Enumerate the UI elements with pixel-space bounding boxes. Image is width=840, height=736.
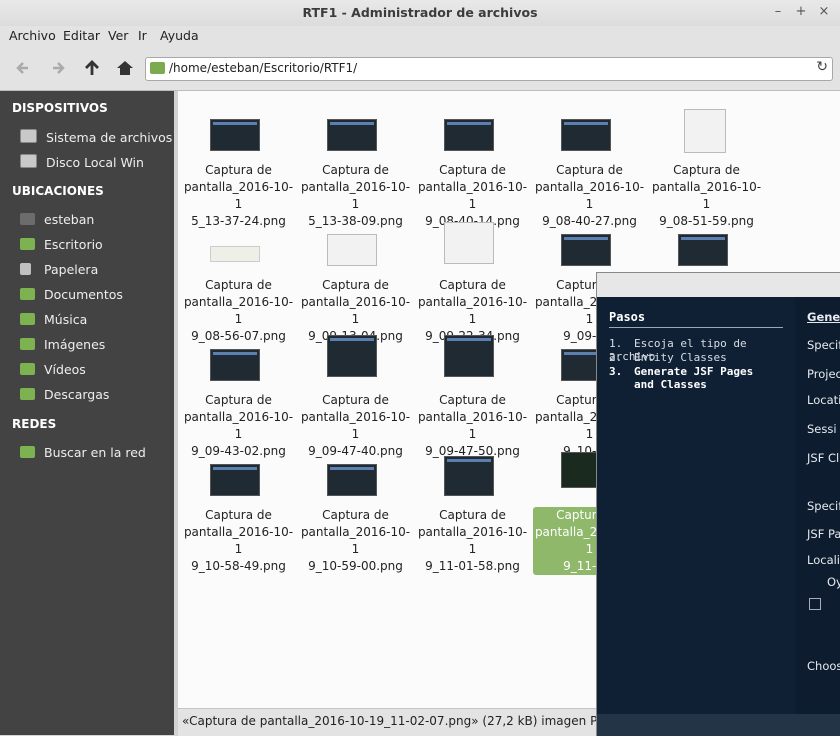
sidebar-item-imagenes[interactable]: Imágenes <box>20 337 105 352</box>
location-path[interactable]: /home/esteban/Escritorio/RTF1/ <box>169 61 357 75</box>
image-thumbnail <box>678 234 728 266</box>
network-icon <box>20 446 35 458</box>
image-thumbnail <box>327 464 377 496</box>
field-label: Specif <box>807 499 840 513</box>
image-thumbnail <box>210 246 260 262</box>
status-text: «Captura de pantalla_2016-10-19_11-02-07… <box>182 714 616 728</box>
sidebar-item-disco-local-win[interactable]: Disco Local Win <box>20 154 144 170</box>
field-label: Sessi <box>807 422 837 436</box>
desktop-folder-icon <box>20 238 35 250</box>
file-item[interactable]: Captura de pantalla_2016-10-1 9_08-40-27… <box>533 99 646 228</box>
image-thumbnail <box>684 109 726 153</box>
file-item[interactable]: Captura de pantalla_2016-10-1 9_09-43-02… <box>182 329 295 458</box>
home-folder-icon <box>20 213 35 225</box>
field-label: Locali <box>807 553 840 567</box>
wizard-titlebar <box>597 273 840 297</box>
divider <box>609 327 783 328</box>
field-label: Locati <box>807 393 840 407</box>
image-thumbnail <box>327 234 377 266</box>
option-checkbox[interactable] <box>809 598 821 610</box>
wizard-content-panel: Gene Specif Projec Locati Sessi JSF Cl S… <box>795 297 840 714</box>
file-item[interactable]: Captura de pantalla_2016-10-1 9_08-51-59… <box>650 99 763 228</box>
wizard-step-3: 3. Generate JSF Pages and Classes <box>609 365 754 391</box>
up-arrow-icon[interactable] <box>82 58 102 78</box>
file-item[interactable]: Captura de pantalla_2016-10-1 9_10-58-49… <box>182 444 295 573</box>
downloads-folder-icon <box>20 388 35 400</box>
sidebar-item-descargas[interactable]: Descargas <box>20 387 109 402</box>
file-item[interactable]: Captura de pantalla_2016-10-1 9_08-40-14… <box>416 99 529 228</box>
wizard-steps-panel: Pasos 1. Escoja el tipo de archivo 2. Enti… <box>597 297 795 714</box>
window-titlebar: RTF1 - Administrador de archivos – + × <box>0 0 840 27</box>
image-thumbnail <box>210 119 260 151</box>
menu-ayuda[interactable]: Ayuda <box>160 28 199 43</box>
file-item[interactable]: Captura de pantalla_2016-10-1 9_09-13-04… <box>299 214 412 343</box>
sidebar: DISPOSITIVOS Sistema de archivos Disco L… <box>0 91 174 735</box>
image-thumbnail <box>210 464 260 496</box>
reload-icon[interactable]: ↻ <box>816 59 828 75</box>
image-thumbnail <box>444 335 494 377</box>
pictures-folder-icon <box>20 338 35 350</box>
sidebar-item-musica[interactable]: Música <box>20 312 87 327</box>
toolbar: /home/esteban/Escritorio/RTF1/ ↻ <box>0 48 840 91</box>
sidebar-header-network: REDES <box>12 417 57 431</box>
menu-editar[interactable]: Editar <box>63 28 100 43</box>
maximize-button[interactable]: + <box>793 4 809 19</box>
sidebar-item-esteban[interactable]: esteban <box>20 212 94 227</box>
file-item[interactable]: Captura de pantalla_2016-10-1 9_09-47-40… <box>299 329 412 458</box>
folder-icon <box>150 62 165 74</box>
image-thumbnail <box>561 234 611 266</box>
file-item[interactable]: Captura de pantalla_2016-10-1 9_11-01-58… <box>416 444 529 573</box>
sidebar-header-places: UBICACIONES <box>12 184 104 198</box>
file-item[interactable]: Captura de pantalla_2016-10-1 9_09-47-50… <box>416 329 529 458</box>
minimize-button[interactable]: – <box>770 4 786 19</box>
field-label: JSF Cl <box>807 451 840 465</box>
close-button[interactable]: × <box>816 4 832 19</box>
music-folder-icon <box>20 313 35 325</box>
file-item[interactable]: Captura de pantalla_2016-10-1 9_10-59-00… <box>299 444 412 573</box>
field-label: Choos <box>807 659 840 673</box>
sidebar-item-buscar-en-la-red[interactable]: Buscar en la red <box>20 445 146 460</box>
file-item[interactable]: Captura de pantalla_2016-10-1 9_08-56-07… <box>182 214 295 343</box>
documents-folder-icon <box>20 288 35 300</box>
drive-icon <box>20 129 37 143</box>
new-file-wizard-window: Pasos 1. Escoja el tipo de archivo 2. Enti… <box>596 272 840 736</box>
file-item[interactable]: Captura de pantalla_2016-10-1 5_13-38-09… <box>299 99 412 228</box>
location-bar[interactable]: /home/esteban/Escritorio/RTF1/ ↻ <box>145 57 833 81</box>
wizard-step-2: 2. Entity Classes <box>609 351 727 364</box>
window-title: RTF1 - Administrador de archivos <box>302 5 538 20</box>
back-arrow-icon[interactable] <box>14 58 34 78</box>
sidebar-item-papelera[interactable]: Papelera <box>20 262 98 277</box>
home-icon[interactable] <box>115 58 135 78</box>
image-thumbnail <box>444 456 494 496</box>
menu-archivo[interactable]: Archivo <box>9 28 56 43</box>
file-item[interactable]: Captura de pantalla_2016-10-1 9_09-22-34… <box>416 214 529 343</box>
image-thumbnail <box>561 119 611 151</box>
image-thumbnail <box>327 335 377 377</box>
field-label: Specif <box>807 338 840 352</box>
sidebar-item-documentos[interactable]: Documentos <box>20 287 123 302</box>
image-thumbnail <box>444 119 494 151</box>
menu-ir[interactable]: Ir <box>138 28 147 43</box>
image-thumbnail <box>327 119 377 151</box>
trash-icon <box>20 263 31 275</box>
sidebar-item-videos[interactable]: Vídeos <box>20 362 86 377</box>
steps-title: Pasos <box>609 310 646 324</box>
drive-icon <box>20 154 37 168</box>
menubar: Archivo Editar Ver Ir Ayuda <box>0 26 840 48</box>
panel-header: Gene <box>807 310 840 324</box>
image-thumbnail <box>210 349 260 381</box>
field-label: JSF Pa <box>807 527 840 541</box>
videos-folder-icon <box>20 363 35 375</box>
sidebar-item-filesystem[interactable]: Sistema de archivos <box>20 129 172 145</box>
menu-ver[interactable]: Ver <box>108 28 128 43</box>
image-thumbnail <box>444 222 494 264</box>
checkbox-label: Oy <box>827 575 840 589</box>
forward-arrow-icon[interactable] <box>47 58 67 78</box>
wizard-button-bar <box>597 714 840 736</box>
sidebar-item-escritorio[interactable]: Escritorio <box>20 237 103 252</box>
file-item[interactable]: Captura de pantalla_2016-10-1 5_13-37-24… <box>182 99 295 228</box>
field-label: Projec <box>807 367 840 381</box>
sidebar-header-devices: DISPOSITIVOS <box>12 101 108 115</box>
